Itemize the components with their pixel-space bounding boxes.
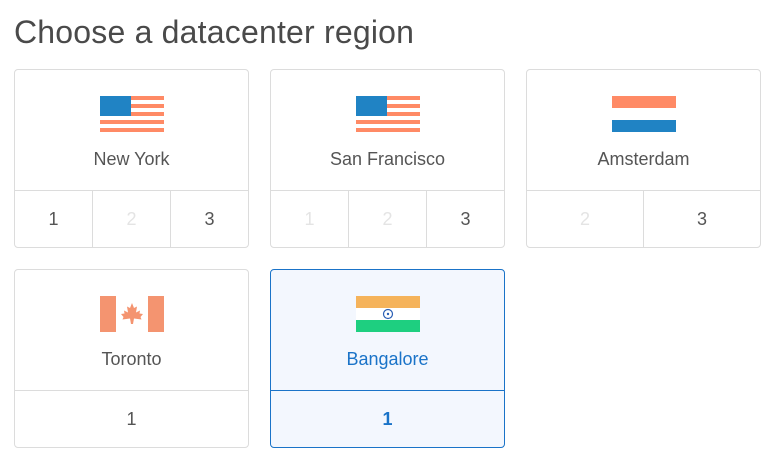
region-card-header: San Francisco [271,70,504,191]
region-card-header: Toronto [15,270,248,391]
datacenter-option-1: 1 [304,208,315,229]
region-card-toronto[interactable]: Toronto 1 [14,269,249,448]
datacenter-options: 2 3 [527,190,760,247]
region-name: New York [93,149,170,169]
region-card-header: Amsterdam [527,70,760,191]
region-name: Amsterdam [597,149,690,169]
region-card-header: New York [15,70,248,191]
nl-flag-icon [611,96,676,132]
datacenter-option-2: 2 [92,191,170,247]
datacenter-option-3[interactable]: 3 [170,191,248,247]
in-flag-icon [355,296,420,332]
region-card-new-york[interactable]: New York 1 2 3 [14,69,249,248]
region-name: San Francisco [329,149,446,169]
datacenter-option-2: 2 [348,191,426,247]
datacenter-option-1[interactable]: 1 [271,391,504,447]
datacenter-options: 1 2 3 [15,190,248,247]
region-card-header: Bangalore [271,270,504,391]
datacenter-option-3[interactable]: 3 [643,191,760,247]
ca-flag-icon [99,296,164,332]
page-title: Choose a datacenter region [14,14,415,50]
region-card-amsterdam[interactable]: Amsterdam 2 3 [526,69,761,248]
datacenter-option-3[interactable]: 3 [426,191,504,247]
datacenter-options: 1 2 3 [271,190,504,247]
datacenter-options: 1 [271,390,504,447]
region-name: Bangalore [346,349,429,369]
datacenter-picker: Choose a datacenter region New York 1 2 … [0,0,773,471]
us-flag-icon [99,96,164,132]
region-name: Toronto [101,349,162,369]
datacenter-option-1[interactable]: 1 [15,191,92,247]
datacenter-option-2: 2 [579,208,590,229]
region-card-san-francisco[interactable]: San Francisco 1 2 3 [270,69,505,248]
region-card-bangalore[interactable]: Bangalore 1 [270,269,505,448]
us-flag-icon [355,96,420,132]
datacenter-option-1[interactable]: 1 [15,391,248,447]
datacenter-options: 1 [15,390,248,447]
